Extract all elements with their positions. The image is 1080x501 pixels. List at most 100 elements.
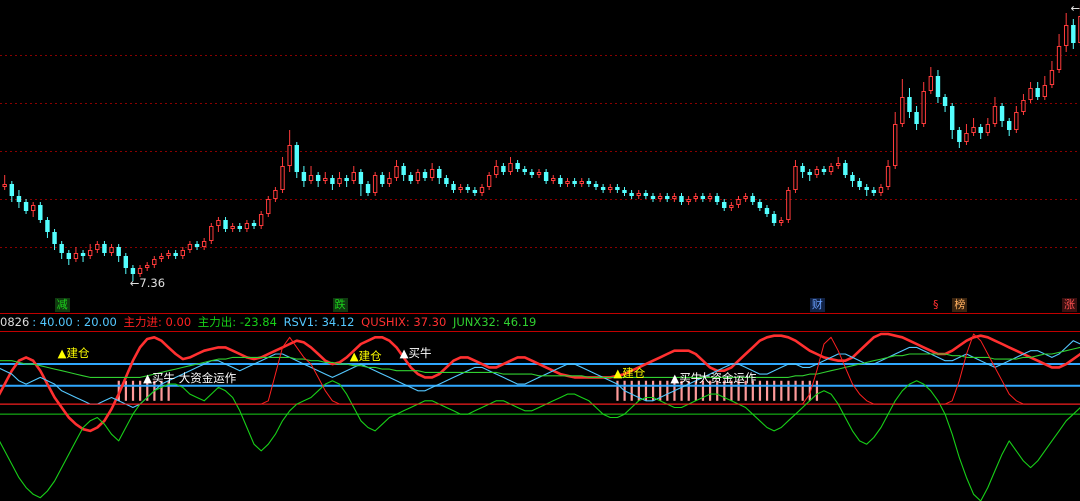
- candle-body: [429, 169, 435, 178]
- candle-body: [437, 169, 442, 178]
- candle-body: [372, 175, 378, 193]
- event-tag[interactable]: 跌: [332, 298, 348, 312]
- candle-body: [209, 226, 214, 241]
- candle-body: [750, 196, 755, 202]
- candle-body: [394, 166, 399, 178]
- candle-body: [636, 193, 641, 196]
- candle-body: [800, 166, 805, 172]
- candle-body: [38, 205, 43, 220]
- candle-body: [1042, 85, 1048, 97]
- signal-label: ▲买牛: [670, 370, 703, 385]
- signal-label: 大资金运作: [698, 370, 757, 385]
- candle-body: [878, 187, 884, 193]
- candle-body: [415, 172, 421, 181]
- candle-body: [422, 172, 428, 178]
- candle-body: [579, 181, 584, 184]
- flow-bar: [801, 380, 804, 401]
- candle-body: [572, 181, 577, 184]
- candle-body: [472, 190, 478, 193]
- candle-body: [102, 244, 107, 253]
- candle-body: [928, 76, 934, 91]
- candle-body: [672, 196, 677, 199]
- signal-label: ▲建仓: [613, 365, 646, 380]
- event-tag[interactable]: 减: [54, 298, 70, 312]
- rsv1-value: RSV1: 34.12: [283, 315, 355, 329]
- candle-body: [201, 241, 207, 247]
- candle-body: [216, 220, 221, 226]
- candle-body: [657, 196, 663, 199]
- flow-bar: [131, 380, 135, 401]
- candle-body: [600, 187, 606, 190]
- candle-body: [301, 172, 307, 181]
- candle-body: [964, 133, 969, 142]
- candle-body: [771, 214, 777, 223]
- candle-body: [857, 181, 862, 187]
- event-tag[interactable]: 财: [809, 298, 825, 312]
- candle-body: [629, 193, 634, 196]
- candle-body: [315, 175, 321, 181]
- flow-bar: [124, 380, 127, 401]
- candle-body: [707, 196, 713, 199]
- candle-body: [258, 214, 264, 226]
- candle-body: [650, 196, 656, 199]
- candle-body: [380, 175, 385, 184]
- candle-body: [330, 178, 335, 184]
- indicator-params: : 40.00 : 20.00: [32, 315, 117, 329]
- low-price-marker: ←7.36: [129, 276, 166, 291]
- candle-body: [586, 181, 592, 184]
- candle-body: [87, 250, 93, 256]
- candle-body: [280, 166, 285, 190]
- candle-body: [323, 178, 328, 181]
- candle-body: [294, 145, 299, 172]
- candle-body: [180, 250, 185, 256]
- event-tag[interactable]: 涨: [1062, 298, 1077, 312]
- candle-body: [643, 193, 649, 196]
- candle-body: [743, 196, 748, 199]
- candle-body: [387, 178, 392, 184]
- candle-body: [686, 199, 691, 202]
- candle-body: [536, 172, 542, 175]
- candle-body: [144, 265, 150, 268]
- chart-canvas[interactable]: [0, 0, 1080, 501]
- candle-body: [679, 196, 684, 202]
- candle-body: [486, 175, 492, 187]
- candle-body: [59, 244, 64, 253]
- flow-bar: [815, 380, 819, 401]
- candle-body: [80, 253, 86, 256]
- candle-body: [173, 253, 178, 256]
- indicator-lines[interactable]: [0, 332, 1080, 501]
- flow-bar: [666, 380, 669, 401]
- candle-body: [45, 220, 50, 232]
- flow-bar: [787, 380, 790, 401]
- candle-body: [159, 256, 164, 259]
- candle-body: [522, 169, 527, 172]
- candle-body: [137, 268, 143, 274]
- candle-body: [95, 244, 100, 250]
- candle-body: [529, 172, 535, 175]
- junx32-value: JUNX32: 46.19: [452, 315, 537, 329]
- candle-body: [501, 166, 506, 172]
- candle-body: [722, 202, 727, 208]
- candle-body: [16, 196, 22, 202]
- event-tag[interactable]: §: [930, 298, 941, 312]
- candle-body: [907, 97, 912, 112]
- candle-body: [900, 97, 905, 124]
- candle-body: [451, 184, 456, 190]
- candle-body: [9, 184, 15, 196]
- candle-body: [365, 184, 371, 193]
- candle-body: [893, 124, 898, 166]
- candle-body: [187, 244, 193, 250]
- candlestick-series[interactable]: [0, 4, 1080, 282]
- candle-body: [1063, 25, 1069, 46]
- candle-body: [2, 184, 7, 187]
- candle-body: [1014, 112, 1019, 130]
- candle-body: [914, 112, 919, 124]
- signal-label: 大资金运作: [178, 370, 237, 385]
- flow-bar: [765, 380, 769, 401]
- event-tag[interactable]: 榜: [952, 298, 968, 312]
- candle-body: [266, 199, 271, 214]
- candle-body: [665, 196, 670, 199]
- candle-body: [66, 253, 72, 259]
- candle-body: [408, 175, 413, 181]
- price-grid: [0, 55, 1080, 248]
